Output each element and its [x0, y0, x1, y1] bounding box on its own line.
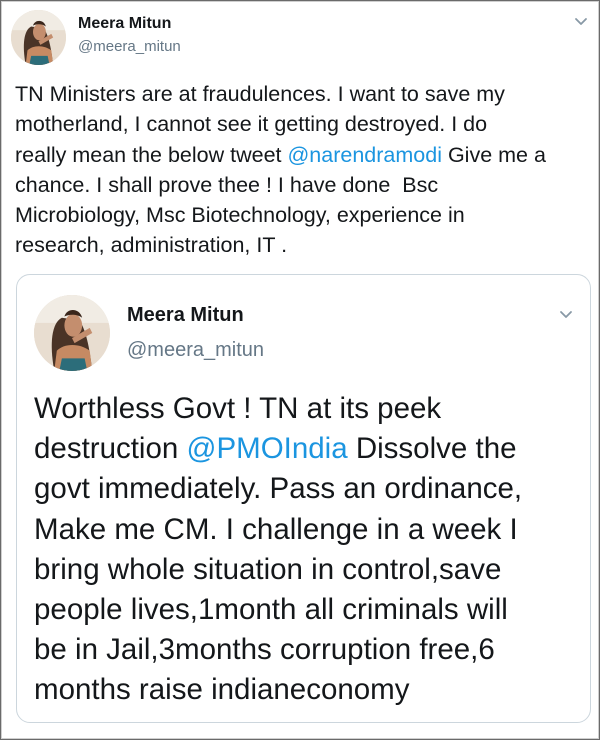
- text-segment: Worthless Govt ! TN at its peek: [34, 392, 442, 425]
- tweet-text: TN Ministers are at fraudulences. I want…: [15, 79, 587, 261]
- text-line: chance. I shall prove thee ! I have done…: [15, 170, 587, 200]
- text-segment: be in Jail,3months corruption free,6: [34, 633, 495, 667]
- text-segment: Microbiology, Msc Biotechnology, experie…: [15, 203, 465, 228]
- text-segment: really mean the below tweet: [15, 142, 288, 167]
- chevron-down-icon[interactable]: [572, 12, 590, 30]
- text-line: destruction @PMOIndia Dissolve the: [34, 429, 579, 469]
- text-segment: chance. I shall prove thee ! I have done…: [15, 172, 439, 197]
- text-segment: Give me a: [441, 142, 546, 167]
- text-line: really mean the below tweet @narendramod…: [15, 140, 587, 170]
- profile-photo: [34, 295, 110, 371]
- quoted-author-handle[interactable]: @meera_mitun: [127, 339, 264, 362]
- author-handle[interactable]: @meera_mitun: [78, 38, 181, 55]
- text-line: months raise indianeconomy: [34, 670, 579, 710]
- text-line: people lives,1month all criminals will: [34, 590, 579, 630]
- avatar[interactable]: [34, 295, 110, 371]
- text-line: bring whole situation in control,save: [34, 550, 579, 590]
- text-segment: TN Ministers are at fraudulences. I want…: [15, 82, 505, 106]
- quoted-tweet-card[interactable]: Meera Mitun @meera_mitun Worthless Govt …: [16, 274, 591, 723]
- text-segment: bring whole situation in control,save: [34, 552, 502, 586]
- text-line: TN Ministers are at fraudulences. I want…: [15, 79, 587, 109]
- quoted-author-name[interactable]: Meera Mitun: [127, 304, 244, 327]
- text-segment: people lives,1month all criminals will: [34, 593, 508, 627]
- text-line: Make me CM. I challenge in a week I: [34, 510, 579, 550]
- text-segment: govt immediately. Pass an ordinance,: [34, 472, 523, 506]
- quoted-tweet-text: Worthless Govt ! TN at its peek destructi…: [34, 389, 579, 711]
- author-name[interactable]: Meera Mitun: [78, 15, 171, 33]
- mention-link[interactable]: @PMOIndia: [187, 432, 348, 465]
- text-line: research, administration, IT .: [15, 230, 587, 260]
- avatar[interactable]: [11, 10, 66, 65]
- text-line: be in Jail,3months corruption free,6: [34, 630, 579, 670]
- text-segment: motherland, I cannot see it getting dest…: [15, 112, 488, 137]
- text-segment: Dissolve the: [347, 432, 517, 466]
- mention-link[interactable]: @narendramodi: [287, 143, 442, 167]
- text-line: Microbiology, Msc Biotechnology, experie…: [15, 200, 587, 230]
- text-segment: Make me CM. I challenge in a week I: [34, 512, 518, 546]
- text-line: Worthless Govt ! TN at its peek: [34, 389, 579, 429]
- text-line: govt immediately. Pass an ordinance,: [34, 469, 579, 509]
- text-segment: destruction: [34, 432, 187, 466]
- profile-photo: [11, 10, 66, 65]
- text-segment: months raise indianeconomy: [34, 673, 410, 707]
- text-segment: research, administration, IT .: [15, 233, 288, 258]
- text-line: motherland, I cannot see it getting dest…: [15, 109, 587, 139]
- chevron-down-icon[interactable]: [557, 305, 575, 323]
